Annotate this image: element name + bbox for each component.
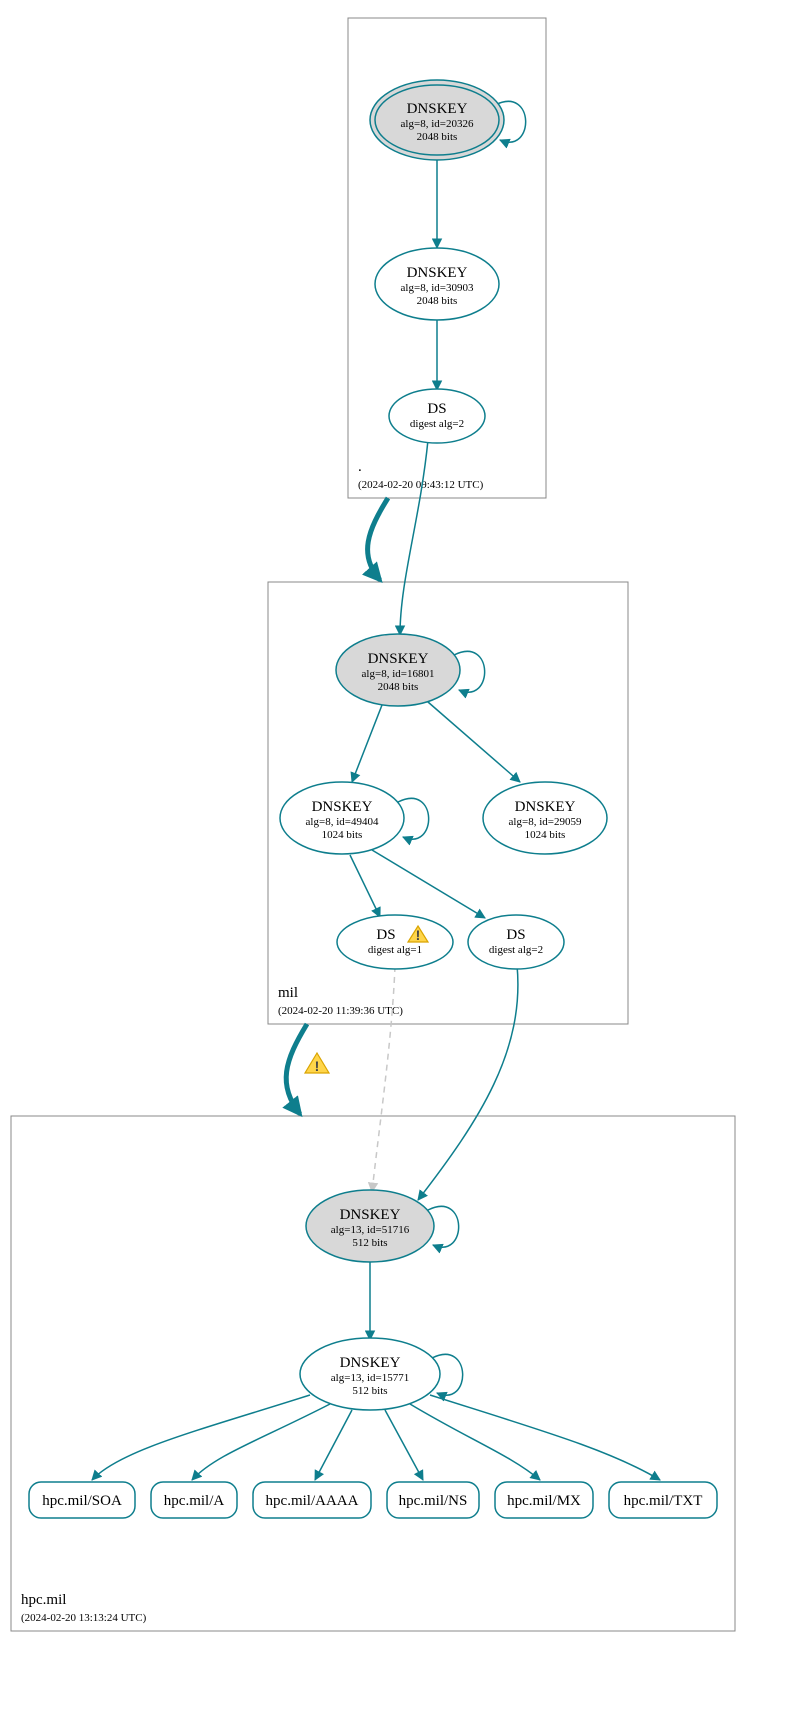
svg-text:!: ! <box>416 927 421 943</box>
node-rr-aaaa[interactable]: hpc.mil/AAAA <box>253 1482 371 1518</box>
edge-mil-zsk1-to-ds2 <box>372 850 485 918</box>
zone-root-name: . <box>358 459 362 475</box>
node-mil-zsk2[interactable]: DNSKEY alg=8, id=29059 1024 bits <box>483 782 607 854</box>
node-mil-ksk[interactable]: DNSKEY alg=8, id=16801 2048 bits <box>336 634 460 706</box>
svg-text:DNSKEY: DNSKEY <box>340 1207 401 1223</box>
edge-mil-ksk-to-zsk1 <box>352 705 382 782</box>
svg-text:1024 bits: 1024 bits <box>322 829 363 841</box>
edge-root-to-mil-delegation <box>368 498 388 580</box>
node-mil-ds1[interactable]: DS digest alg=1 ! <box>337 915 453 969</box>
edge-hpc-zsk-to-txt <box>430 1395 660 1480</box>
svg-text:DS: DS <box>506 927 525 943</box>
zone-mil-timestamp: (2024-02-20 11:39:36 UTC) <box>278 1005 403 1017</box>
svg-text:DNSKEY: DNSKEY <box>407 101 468 117</box>
node-rr-txt[interactable]: hpc.mil/TXT <box>609 1482 717 1518</box>
svg-text:hpc.mil/AAAA: hpc.mil/AAAA <box>266 1493 359 1509</box>
svg-text:DNSKEY: DNSKEY <box>340 1355 401 1371</box>
zone-mil-name: mil <box>278 985 298 1001</box>
node-mil-zsk1[interactable]: DNSKEY alg=8, id=49404 1024 bits <box>280 782 404 854</box>
node-mil-ds2[interactable]: DS digest alg=2 <box>468 915 564 969</box>
node-hpc-ksk[interactable]: DNSKEY alg=13, id=51716 512 bits <box>306 1190 434 1262</box>
svg-text:DNSKEY: DNSKEY <box>407 265 468 281</box>
svg-text:2048 bits: 2048 bits <box>417 295 458 307</box>
edge-hpc-zsk-to-soa <box>92 1395 310 1480</box>
edge-mil-ds1-to-hpc-ksk <box>372 966 395 1192</box>
svg-text:1024 bits: 1024 bits <box>525 829 566 841</box>
svg-text:hpc.mil/A: hpc.mil/A <box>164 1493 225 1509</box>
svg-text:DS: DS <box>376 927 395 943</box>
node-rr-a[interactable]: hpc.mil/A <box>151 1482 237 1518</box>
svg-text:alg=8, id=20326: alg=8, id=20326 <box>401 118 474 130</box>
svg-text:alg=8, id=49404: alg=8, id=49404 <box>306 816 379 828</box>
svg-text:512 bits: 512 bits <box>352 1237 387 1249</box>
svg-text:digest alg=2: digest alg=2 <box>489 944 543 956</box>
node-root-zsk[interactable]: DNSKEY alg=8, id=30903 2048 bits <box>375 248 499 320</box>
svg-text:digest alg=1: digest alg=1 <box>368 944 422 956</box>
edge-hpc-zsk-to-aaaa <box>315 1410 352 1480</box>
node-hpc-zsk[interactable]: DNSKEY alg=13, id=15771 512 bits <box>300 1338 440 1410</box>
node-root-ds[interactable]: DS digest alg=2 <box>389 389 485 443</box>
svg-text:hpc.mil/NS: hpc.mil/NS <box>399 1493 468 1509</box>
edge-mil-ksk-to-zsk2 <box>428 702 520 782</box>
svg-text:alg=8, id=29059: alg=8, id=29059 <box>509 816 582 828</box>
edge-mil-to-hpc-delegation <box>286 1024 307 1114</box>
svg-text:!: ! <box>315 1058 320 1074</box>
node-rr-ns[interactable]: hpc.mil/NS <box>387 1482 479 1518</box>
zone-hpc-name: hpc.mil <box>21 1592 66 1608</box>
svg-text:DNSKEY: DNSKEY <box>312 799 373 815</box>
edge-mil-zsk1-to-ds1 <box>350 855 380 917</box>
svg-text:DNSKEY: DNSKEY <box>515 799 576 815</box>
edge-root-ds-to-mil-ksk <box>400 440 428 635</box>
svg-text:2048 bits: 2048 bits <box>378 681 419 693</box>
edge-hpc-zsk-to-mx <box>410 1404 540 1480</box>
edge-hpc-zsk-to-a <box>192 1404 330 1480</box>
svg-text:hpc.mil/TXT: hpc.mil/TXT <box>624 1493 703 1509</box>
warning-icon-delegation: ! <box>305 1053 329 1074</box>
svg-text:alg=13, id=51716: alg=13, id=51716 <box>331 1224 410 1236</box>
node-root-ksk[interactable]: DNSKEY alg=8, id=20326 2048 bits <box>370 80 504 160</box>
edge-hpc-zsk-to-ns <box>385 1410 423 1480</box>
svg-text:hpc.mil/MX: hpc.mil/MX <box>507 1493 581 1509</box>
svg-text:512 bits: 512 bits <box>352 1385 387 1397</box>
edge-mil-ds2-to-hpc-ksk <box>418 965 518 1200</box>
zone-hpc-timestamp: (2024-02-20 13:13:24 UTC) <box>21 1612 147 1624</box>
svg-text:DNSKEY: DNSKEY <box>368 651 429 667</box>
svg-text:alg=13, id=15771: alg=13, id=15771 <box>331 1372 409 1384</box>
node-rr-soa[interactable]: hpc.mil/SOA <box>29 1482 135 1518</box>
svg-text:digest alg=2: digest alg=2 <box>410 418 464 430</box>
svg-text:hpc.mil/SOA: hpc.mil/SOA <box>42 1493 122 1509</box>
svg-text:2048 bits: 2048 bits <box>417 131 458 143</box>
svg-text:alg=8, id=30903: alg=8, id=30903 <box>401 282 474 294</box>
svg-text:DS: DS <box>427 401 446 417</box>
svg-text:alg=8, id=16801: alg=8, id=16801 <box>362 668 435 680</box>
node-rr-mx[interactable]: hpc.mil/MX <box>495 1482 593 1518</box>
